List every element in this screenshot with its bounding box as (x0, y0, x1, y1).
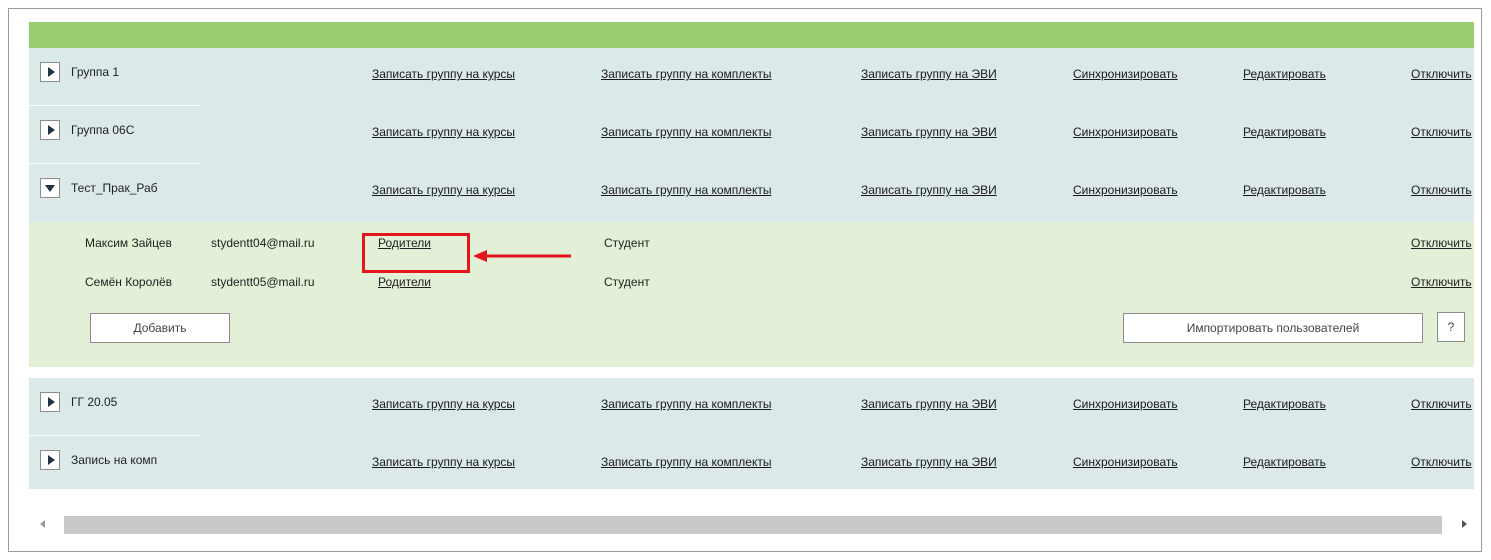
disable-link[interactable]: Отключить (1411, 67, 1472, 81)
group-row: Запись на комп Записать группу на курсы … (29, 436, 1474, 489)
enroll-courses-link[interactable]: Записать группу на курсы (372, 183, 515, 197)
group-members-panel: Максим Зайцев stydentt04@mail.ru Родител… (29, 222, 1474, 367)
parents-link[interactable]: Родители (378, 275, 431, 289)
enroll-sets-link[interactable]: Записать группу на комплекты (601, 397, 771, 411)
member-email: stydentt04@mail.ru (211, 236, 315, 250)
scrollbar-thumb[interactable] (64, 516, 1442, 534)
group-name: Запись на комп (71, 453, 158, 467)
highlight-box (362, 233, 470, 273)
enroll-courses-link[interactable]: Записать группу на курсы (372, 397, 515, 411)
disable-link[interactable]: Отключить (1411, 397, 1472, 411)
pointer-arrow-icon (473, 250, 571, 262)
group-name: Группа 1 (71, 65, 120, 79)
member-row: Максим Зайцев stydentt04@mail.ru Родител… (29, 233, 1474, 273)
member-role: Студент (604, 236, 650, 250)
group-name: Тест_Прак_Раб (71, 181, 158, 195)
expand-arrow-icon (47, 455, 55, 465)
enroll-sets-link[interactable]: Записать группу на комплекты (601, 125, 771, 139)
disable-member-link[interactable]: Отключить (1411, 275, 1472, 289)
enroll-sets-link[interactable]: Записать группу на комплекты (601, 455, 771, 469)
disable-link[interactable]: Отключить (1411, 125, 1472, 139)
enroll-sets-link[interactable]: Записать группу на комплекты (601, 67, 771, 81)
group-row: Группа 1 Записать группу на курсы Записа… (29, 48, 1474, 106)
expand-toggle[interactable] (40, 392, 60, 412)
expand-toggle[interactable] (40, 450, 60, 470)
expand-arrow-icon (47, 125, 55, 135)
group-row: Группа 06С Записать группу на курсы Запи… (29, 106, 1474, 164)
collapse-arrow-icon (45, 184, 55, 192)
enroll-evi-link[interactable]: Записать группу на ЭВИ (861, 67, 997, 81)
scroll-left-arrow-icon[interactable] (40, 520, 45, 528)
member-row: Семён Королёв stydentt05@mail.ru Родител… (29, 275, 1474, 295)
groups-table: Группа 1 Записать группу на курсы Записа… (29, 48, 1474, 489)
enroll-evi-link[interactable]: Записать группу на ЭВИ (861, 125, 997, 139)
expand-toggle[interactable] (40, 120, 60, 140)
group-name: Группа 06С (71, 123, 135, 137)
edit-link[interactable]: Редактировать (1243, 397, 1326, 411)
disable-link[interactable]: Отключить (1411, 455, 1472, 469)
member-name: Семён Королёв (85, 275, 173, 289)
import-users-button[interactable]: Импортировать пользователей (1123, 313, 1423, 343)
sync-link[interactable]: Синхронизировать (1073, 67, 1178, 81)
scroll-right-arrow-icon[interactable] (1462, 520, 1467, 528)
enroll-evi-link[interactable]: Записать группу на ЭВИ (861, 183, 997, 197)
sync-link[interactable]: Синхронизировать (1073, 455, 1178, 469)
table-header-bar (29, 22, 1474, 48)
collapse-toggle[interactable] (40, 178, 60, 198)
member-email: stydentt05@mail.ru (211, 275, 315, 289)
edit-link[interactable]: Редактировать (1243, 183, 1326, 197)
add-button[interactable]: Добавить (90, 313, 230, 343)
sync-link[interactable]: Синхронизировать (1073, 397, 1178, 411)
horizontal-scrollbar[interactable] (40, 516, 1467, 534)
edit-link[interactable]: Редактировать (1243, 67, 1326, 81)
edit-link[interactable]: Редактировать (1243, 455, 1326, 469)
member-name: Максим Зайцев (85, 236, 172, 250)
expand-arrow-icon (47, 67, 55, 77)
group-row-expanded: Тест_Прак_Раб Записать группу на курсы З… (29, 164, 1474, 222)
enroll-courses-link[interactable]: Записать группу на курсы (372, 125, 515, 139)
sync-link[interactable]: Синхронизировать (1073, 125, 1178, 139)
edit-link[interactable]: Редактировать (1243, 125, 1326, 139)
help-button[interactable]: ? (1437, 312, 1465, 342)
enroll-courses-link[interactable]: Записать группу на курсы (372, 67, 515, 81)
enroll-sets-link[interactable]: Записать группу на комплекты (601, 183, 771, 197)
expand-toggle[interactable] (40, 62, 60, 82)
group-name: ГГ 20.05 (71, 395, 118, 409)
disable-member-link[interactable]: Отключить (1411, 236, 1472, 250)
member-role: Студент (604, 275, 650, 289)
disable-link[interactable]: Отключить (1411, 183, 1472, 197)
enroll-courses-link[interactable]: Записать группу на курсы (372, 455, 515, 469)
group-row: ГГ 20.05 Записать группу на курсы Записа… (29, 378, 1474, 436)
sync-link[interactable]: Синхронизировать (1073, 183, 1178, 197)
expand-arrow-icon (47, 397, 55, 407)
enroll-evi-link[interactable]: Записать группу на ЭВИ (861, 455, 997, 469)
enroll-evi-link[interactable]: Записать группу на ЭВИ (861, 397, 997, 411)
